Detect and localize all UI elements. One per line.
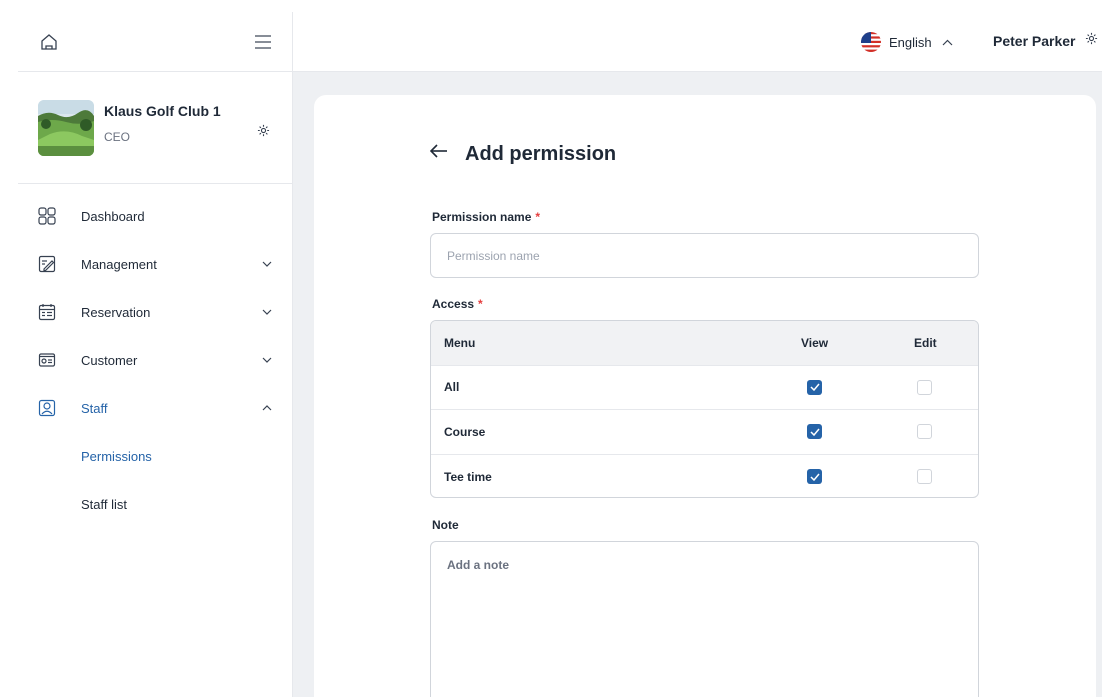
club-image bbox=[38, 99, 94, 156]
user-menu[interactable]: Peter Parker bbox=[993, 32, 1098, 50]
id-card-icon bbox=[38, 351, 56, 369]
permission-name-label: Permission name * bbox=[432, 210, 540, 224]
view-checkbox[interactable] bbox=[807, 424, 822, 440]
app-frame: Klaus Golf Club 1 CEO Dashboard Manageme… bbox=[18, 12, 1102, 697]
club-info: Klaus Golf Club 1 CEO bbox=[104, 103, 274, 144]
page-title: Add permission bbox=[465, 143, 617, 165]
access-table: Menu View Edit All Course Tee time bbox=[430, 320, 979, 498]
club-profile: Klaus Golf Club 1 CEO bbox=[18, 72, 292, 184]
top-bar: English Peter Parker bbox=[293, 12, 1102, 72]
check-icon bbox=[809, 428, 820, 436]
column-header-view: View bbox=[801, 335, 829, 350]
add-permission-card: Add permission Permission name* Access* … bbox=[314, 95, 1096, 697]
note-textarea[interactable] bbox=[430, 541, 979, 697]
sidebar-top bbox=[18, 12, 292, 72]
chevron-up-icon bbox=[261, 402, 273, 414]
note-label: Note bbox=[432, 518, 459, 532]
sidebar-nav: Dashboard Management Reservation Custome… bbox=[18, 184, 292, 528]
row-menu-name: Course bbox=[444, 424, 486, 439]
table-header-row: Menu View Edit bbox=[431, 321, 978, 366]
sidebar-item-label: Management bbox=[81, 256, 157, 272]
chevron-up-icon bbox=[942, 33, 953, 51]
row-menu-name: All bbox=[444, 380, 460, 395]
sidebar-item-label: Reservation bbox=[81, 304, 151, 320]
sidebar-item-dashboard[interactable]: Dashboard bbox=[18, 192, 292, 240]
user-icon bbox=[38, 399, 56, 417]
language-selector[interactable]: English bbox=[861, 32, 953, 52]
user-settings-gear-icon[interactable] bbox=[1085, 32, 1098, 50]
column-header-edit: Edit bbox=[914, 335, 937, 350]
management-edit-icon bbox=[38, 255, 56, 273]
table-row: Course bbox=[431, 410, 978, 455]
sidebar-item-label: Dashboard bbox=[81, 208, 145, 224]
access-label-text: Access bbox=[432, 297, 475, 311]
calendar-icon bbox=[38, 303, 56, 321]
chevron-down-icon bbox=[261, 354, 273, 366]
sidebar-item-reservation[interactable]: Reservation bbox=[18, 288, 292, 336]
back-arrow-icon[interactable] bbox=[429, 144, 450, 164]
column-header-menu: Menu bbox=[444, 335, 476, 350]
club-name: Klaus Golf Club 1 bbox=[104, 103, 221, 119]
view-checkbox[interactable] bbox=[807, 469, 822, 485]
club-settings-gear-icon[interactable] bbox=[253, 120, 273, 140]
row-menu-name: Tee time bbox=[444, 469, 492, 484]
dashboard-grid-icon bbox=[38, 207, 56, 225]
language-label: English bbox=[889, 34, 932, 50]
sidebar-subitem-staff-list[interactable]: Staff list bbox=[18, 480, 292, 528]
table-row: Tee time bbox=[431, 455, 978, 498]
menu-toggle-icon[interactable] bbox=[253, 32, 273, 52]
access-label: Access * bbox=[432, 297, 483, 311]
sidebar-item-management[interactable]: Management bbox=[18, 240, 292, 288]
permission-name-input[interactable] bbox=[430, 233, 979, 278]
required-asterisk: * bbox=[478, 297, 483, 311]
view-checkbox[interactable] bbox=[807, 379, 822, 395]
check-icon bbox=[809, 383, 820, 392]
permission-name-label-text: Permission name bbox=[432, 210, 532, 224]
required-asterisk: * bbox=[535, 210, 541, 224]
sidebar-item-label: Staff bbox=[81, 400, 108, 416]
chevron-down-icon bbox=[261, 258, 273, 270]
user-name: Peter Parker bbox=[993, 33, 1076, 49]
edit-checkbox[interactable] bbox=[917, 424, 932, 440]
sidebar-subitem-permissions[interactable]: Permissions bbox=[18, 432, 292, 480]
table-row: All bbox=[431, 366, 978, 410]
sidebar-item-staff[interactable]: Staff bbox=[18, 384, 292, 432]
us-flag-icon bbox=[861, 32, 881, 52]
edit-checkbox[interactable] bbox=[917, 379, 932, 395]
sidebar-item-customer[interactable]: Customer bbox=[18, 336, 292, 384]
edit-checkbox[interactable] bbox=[917, 469, 932, 485]
chevron-down-icon bbox=[261, 306, 273, 318]
sidebar: Klaus Golf Club 1 CEO Dashboard Manageme… bbox=[18, 12, 293, 697]
home-icon[interactable] bbox=[39, 32, 59, 52]
sidebar-item-label: Customer bbox=[81, 352, 138, 368]
check-icon bbox=[809, 473, 820, 481]
club-role: CEO bbox=[104, 130, 131, 144]
